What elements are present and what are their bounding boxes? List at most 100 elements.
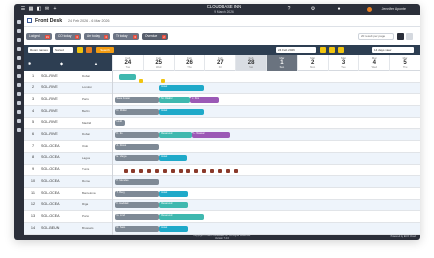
filter-chip-label: Arr today	[87, 34, 100, 38]
menu-icon[interactable]: ☰	[20, 6, 26, 12]
prev-period-button[interactable]	[320, 47, 326, 53]
room-type: Riga	[82, 202, 89, 207]
booking-bar[interactable]: P. Mendes	[114, 178, 160, 185]
filter-chip[interactable]: Lodged 31	[26, 33, 52, 40]
booking-bar[interactable]: M. Okafor	[159, 96, 190, 103]
room-row[interactable]: 12 SGL-OCEA Riga	[24, 199, 420, 212]
header-col-type: ▲	[94, 61, 98, 66]
notification-icon[interactable]: ●	[336, 6, 342, 12]
filter-chip[interactable]: Arr today 4	[84, 33, 110, 40]
blocked-night-marker[interactable]	[155, 168, 160, 173]
room-row[interactable]: 5 SGL-RIVE Madrid	[24, 117, 420, 130]
refresh-button[interactable]	[86, 47, 92, 53]
sort-select[interactable]: Sorted	[53, 47, 73, 53]
date-range: 24 Feb 2026 - 6 Mar 2026	[68, 19, 110, 23]
user-name[interactable]: Jennifer Aponte	[382, 7, 406, 11]
today-button[interactable]	[329, 47, 335, 53]
blocked-night-marker[interactable]	[194, 168, 199, 173]
room-row[interactable]: 2 SGL-RIVE London	[24, 82, 420, 95]
booking-bar[interactable]: A. Rossi	[114, 143, 160, 150]
booking-bar[interactable]: Hotel	[159, 108, 204, 115]
booking-bar[interactable]: J. Kim	[190, 96, 220, 103]
filter-chip[interactable]: Tt today 3	[113, 33, 139, 40]
booking-bar[interactable]: K. Ito	[114, 132, 160, 138]
blocked-night-marker[interactable]	[131, 168, 136, 173]
sidebar-help-icon[interactable]	[17, 128, 21, 132]
sidebar-channels-icon[interactable]	[17, 92, 21, 96]
day-column-header: Feb 24 Tue	[112, 55, 143, 71]
room-row[interactable]: 7 SGL-OCEA Oslo	[24, 141, 420, 153]
sidebar-rates-icon[interactable]	[17, 83, 21, 87]
sidebar-home-icon[interactable]	[17, 20, 21, 24]
calendar-icon[interactable]: ▦	[28, 6, 34, 12]
mail-icon[interactable]: ✉	[44, 6, 50, 12]
room-row[interactable]: 8 SGL-OCEA Lagos	[24, 152, 420, 165]
days-view-select[interactable]: 14 days view	[372, 47, 414, 53]
blocked-night-marker[interactable]	[123, 168, 128, 173]
booking-bar[interactable]: Hold	[114, 120, 126, 127]
booking-bar[interactable]: Hotel	[159, 85, 204, 92]
filter-chip[interactable]: CO today 3	[55, 33, 81, 40]
blocked-night-marker[interactable]	[147, 168, 152, 173]
view-toggle-button[interactable]	[397, 33, 404, 40]
more-options-button[interactable]	[406, 33, 413, 40]
room-row[interactable]: 13 SGL-OCEA Porto	[24, 211, 420, 224]
room-name-select[interactable]: Room names	[28, 47, 50, 53]
blocked-night-marker[interactable]	[139, 168, 144, 173]
blocked-night-marker[interactable]	[225, 168, 230, 173]
room-row[interactable]: 9 SGL-OCEA Tunis	[24, 164, 420, 177]
booking-bar[interactable]: T. Berg	[114, 190, 160, 197]
results-per-page-select[interactable]: 20 result per page	[358, 33, 394, 40]
sidebar-frontdesk-icon[interactable]	[17, 29, 21, 33]
booking-bar[interactable]: Reserved	[159, 132, 192, 138]
booking-bar[interactable]: G. Lind	[114, 213, 160, 220]
sidebar-invoices-icon[interactable]	[17, 101, 21, 105]
plus-icon[interactable]: +	[52, 6, 58, 12]
blocked-night-marker[interactable]	[217, 168, 222, 173]
booking-bar[interactable]: Reserved	[159, 202, 189, 209]
sidebar-housekeeping-icon[interactable]	[17, 65, 21, 69]
dashboard-icon[interactable]: ◧	[36, 6, 42, 12]
booking-bar[interactable]: Sara Foster	[114, 96, 160, 103]
booking-bar[interactable]: Hotel	[159, 190, 189, 197]
status-marker[interactable]	[160, 79, 165, 83]
version-text: Version 7.2.0	[215, 236, 229, 240]
sidebar-rooms-icon[interactable]	[17, 47, 21, 51]
booking-bar[interactable]	[119, 73, 137, 80]
blocked-night-marker[interactable]	[233, 168, 238, 173]
room-row[interactable]: 3 SGL-RIVE Paris	[24, 94, 420, 107]
sidebar-bookings-icon[interactable]	[17, 38, 21, 42]
booking-bar[interactable]: R. Sato	[114, 225, 160, 232]
filter-button[interactable]	[77, 47, 83, 53]
booking-bar[interactable]: E. Varga	[114, 155, 160, 162]
booking-bar[interactable]: Hotel	[159, 155, 187, 162]
booking-bar[interactable]: D. Müller	[114, 108, 160, 115]
room-row[interactable]: 4 SGL-RIVE Berlin	[24, 106, 420, 118]
blocked-night-marker[interactable]	[178, 168, 183, 173]
help-icon[interactable]: ?	[286, 6, 292, 12]
booking-bar[interactable]: F. Haddad	[114, 202, 160, 209]
booking-bar[interactable]: Reserved	[159, 213, 204, 220]
filter-chip[interactable]: Overdue 2	[142, 33, 168, 40]
avatar[interactable]	[367, 7, 372, 12]
status-marker[interactable]	[139, 79, 144, 83]
booking-bar[interactable]: L. Nassar	[191, 132, 231, 138]
sidebar-tasks-icon[interactable]	[17, 110, 21, 114]
room-row[interactable]: 1 SGL-RIVE Dubai	[24, 71, 420, 83]
settings-icon[interactable]: ⚙	[310, 6, 316, 12]
day-weekday: Thu	[187, 66, 192, 69]
blocked-night-marker[interactable]	[186, 168, 191, 173]
blocked-night-marker[interactable]	[202, 168, 207, 173]
blocked-night-marker[interactable]	[162, 168, 167, 173]
sidebar-settings-icon[interactable]	[17, 119, 21, 123]
room-row[interactable]: 11 SGL-OCEA Barcelona	[24, 188, 420, 200]
room-row[interactable]: 10 SGL-OCEA Rome	[24, 176, 420, 188]
next-period-button[interactable]	[338, 47, 344, 53]
date-picker[interactable]: 24 Feb 2026	[276, 47, 316, 53]
blocked-night-marker[interactable]	[210, 168, 214, 173]
sidebar-reports-icon[interactable]	[17, 74, 21, 78]
search-button[interactable]: Search	[96, 47, 114, 53]
booking-bar[interactable]: Hotel	[159, 225, 189, 232]
blocked-night-marker[interactable]	[170, 168, 175, 173]
sidebar-guests-icon[interactable]	[17, 56, 21, 60]
